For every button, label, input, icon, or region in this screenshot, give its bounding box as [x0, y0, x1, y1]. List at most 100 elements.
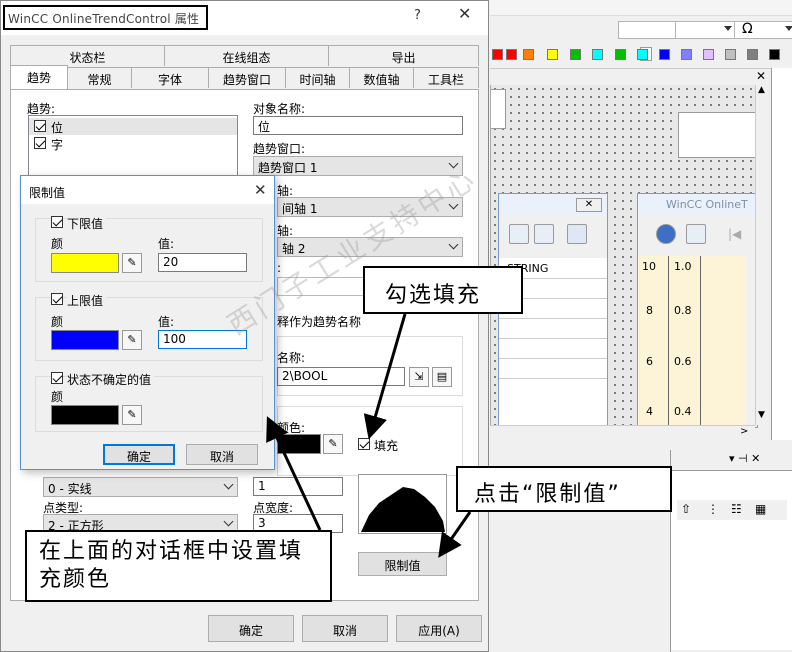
color-picker-icon[interactable]: ✎: [122, 405, 142, 425]
annotation-click-limit: 点击“限制值”: [456, 466, 672, 512]
limit-ok-button[interactable]: 确定: [103, 444, 175, 465]
color-swatch-green[interactable]: [570, 49, 581, 60]
help-icon[interactable]: [656, 224, 676, 244]
toolbar-icon[interactable]: [686, 224, 706, 244]
title-highlight-box: [3, 5, 208, 30]
apply-button[interactable]: 应用(A): [396, 615, 482, 642]
close-tab-icon[interactable]: ✕: [756, 69, 766, 83]
omega-button[interactable]: Ω: [742, 21, 753, 37]
color-swatch-gray[interactable]: [747, 49, 758, 60]
color-swatch-blue[interactable]: [659, 49, 670, 60]
uncertain-checkbox[interactable]: [51, 372, 63, 384]
uncertain-color-box[interactable]: [51, 405, 119, 425]
color-swatch-lavender[interactable]: [703, 49, 714, 60]
object-name-input[interactable]: 位: [253, 116, 463, 135]
ok-button[interactable]: 确定: [208, 615, 294, 642]
color-swatch-silver[interactable]: [725, 49, 736, 60]
tag-name-input[interactable]: 2\BOOL: [277, 367, 405, 386]
toolbar-icon[interactable]: [534, 224, 554, 244]
tab-trend-window[interactable]: 趋势窗口: [208, 67, 286, 88]
annotation-set-fill-color: 在上面的对话框中设置填充颜色: [25, 530, 332, 602]
canvas-object[interactable]: [678, 112, 758, 158]
canvas-object[interactable]: [491, 89, 506, 129]
lower-color-label: 颜: [51, 237, 64, 251]
color-picker-icon[interactable]: ✎: [323, 434, 343, 454]
line-type-select[interactable]: 0 - 实线: [43, 477, 238, 497]
lower-limit-checkbox[interactable]: [51, 216, 63, 228]
trend-window-2[interactable]: WinCC OnlineT |◀ 10 1.0 8 0.8 6 0.6 4 0.…: [637, 193, 758, 428]
tag-properties-icon[interactable]: ▤: [432, 367, 452, 387]
tag-name-label: 名称:: [277, 351, 306, 365]
color-picker-icon[interactable]: ✎: [122, 253, 142, 273]
view-icon[interactable]: ⋮: [707, 502, 719, 516]
upper-color-box[interactable]: [51, 330, 119, 350]
toolbar-icon[interactable]: [567, 224, 587, 244]
color-picker-icon[interactable]: ✎: [122, 330, 142, 350]
folder-up-icon[interactable]: ⇧: [681, 502, 691, 516]
lower-color-box[interactable]: [51, 253, 119, 273]
trend-item-label: 位: [51, 121, 64, 135]
first-icon[interactable]: |◀: [728, 227, 741, 241]
details-view-icon[interactable]: ▦: [755, 502, 766, 516]
tab-font[interactable]: 字体: [131, 67, 209, 88]
trend-color-box[interactable]: [277, 434, 321, 454]
trend-checkbox[interactable]: [34, 120, 46, 132]
tab-general[interactable]: 常规: [67, 67, 132, 88]
tab-export[interactable]: 导出: [328, 45, 479, 66]
upper-value-label: 值:: [158, 315, 175, 329]
trend-window-select[interactable]: 趋势窗口 1: [253, 156, 463, 176]
horizontal-scrollbar[interactable]: >: [490, 425, 755, 440]
color-swatch-orange[interactable]: [523, 49, 534, 60]
close-button[interactable]: ✕: [458, 4, 471, 23]
color-swatch-black[interactable]: [769, 49, 780, 60]
axis-label: 10: [642, 260, 656, 273]
trend-list[interactable]: 位 字: [28, 115, 238, 181]
axis-label: 1.0: [674, 260, 692, 273]
upper-limit-checkbox[interactable]: [51, 293, 63, 305]
tab-trend[interactable]: 趋势: [10, 65, 68, 89]
limit-cancel-button[interactable]: 取消: [186, 444, 258, 465]
picture-canvas[interactable]: ✕ STRING WinCC OnlineT |◀ 10 1.0 8 0.8 6…: [490, 85, 758, 428]
trend-plot-area: 10 1.0 8 0.8 6 0.6 4 0.4: [638, 256, 746, 428]
lower-value-label: 值:: [158, 237, 175, 251]
vertical-scrollbar[interactable]: ▲ ▼: [755, 85, 770, 425]
color-swatch-cyan[interactable]: [637, 49, 648, 60]
panel-toolbar: ⇧ ⋮ ☷ ▦: [677, 500, 787, 520]
help-button[interactable]: ?: [414, 8, 421, 23]
limit-values-button[interactable]: 限制值: [358, 552, 447, 576]
size-combo[interactable]: [675, 21, 735, 39]
tab-value-axis[interactable]: 数值轴: [349, 67, 414, 88]
fill-checkbox[interactable]: [358, 438, 370, 450]
axis-label: 0.4: [674, 405, 692, 418]
tab-online-config[interactable]: 在线组态: [164, 45, 329, 66]
tab-toolbar[interactable]: 工具栏: [413, 67, 479, 88]
cancel-button[interactable]: 取消: [302, 615, 388, 642]
limit-dialog-title: 限制值: [29, 186, 66, 200]
color-swatch-green[interactable]: [615, 49, 626, 60]
list-item[interactable]: 位: [29, 118, 237, 135]
color-swatch-cyan[interactable]: [592, 49, 603, 60]
lower-value-input[interactable]: 20: [158, 253, 247, 272]
tab-status-bar[interactable]: 状态栏: [10, 45, 165, 66]
axis-label: 6: [646, 355, 653, 368]
tab-time-axis[interactable]: 时间轴: [285, 67, 350, 88]
trend-preview: [358, 474, 447, 534]
line-weight-input[interactable]: 1: [253, 477, 343, 496]
color-swatch-lilac[interactable]: [681, 49, 692, 60]
panel-controls[interactable]: ▾ ⊣ ✕: [729, 452, 760, 465]
limit-dialog-titlebar: 限制值 ✕: [21, 176, 274, 204]
trend-checkbox[interactable]: [34, 137, 46, 149]
close-icon[interactable]: ✕: [254, 181, 267, 199]
color-swatch-red[interactable]: [506, 49, 517, 60]
menu-strip: [490, 0, 792, 16]
toolbar-icon[interactable]: [509, 224, 529, 244]
list-view-icon[interactable]: ☷: [731, 502, 742, 516]
browse-tag-icon[interactable]: ⇲: [409, 367, 429, 387]
close-icon[interactable]: ✕: [576, 198, 602, 212]
color-swatch-yellow[interactable]: [547, 49, 558, 60]
uncertain-color-label: 颜: [51, 390, 64, 404]
color-swatch-red[interactable]: [492, 49, 503, 60]
list-item[interactable]: 字: [29, 135, 237, 152]
object-name-label: 对象名称:: [253, 102, 306, 116]
axis-label: 8: [646, 304, 653, 317]
